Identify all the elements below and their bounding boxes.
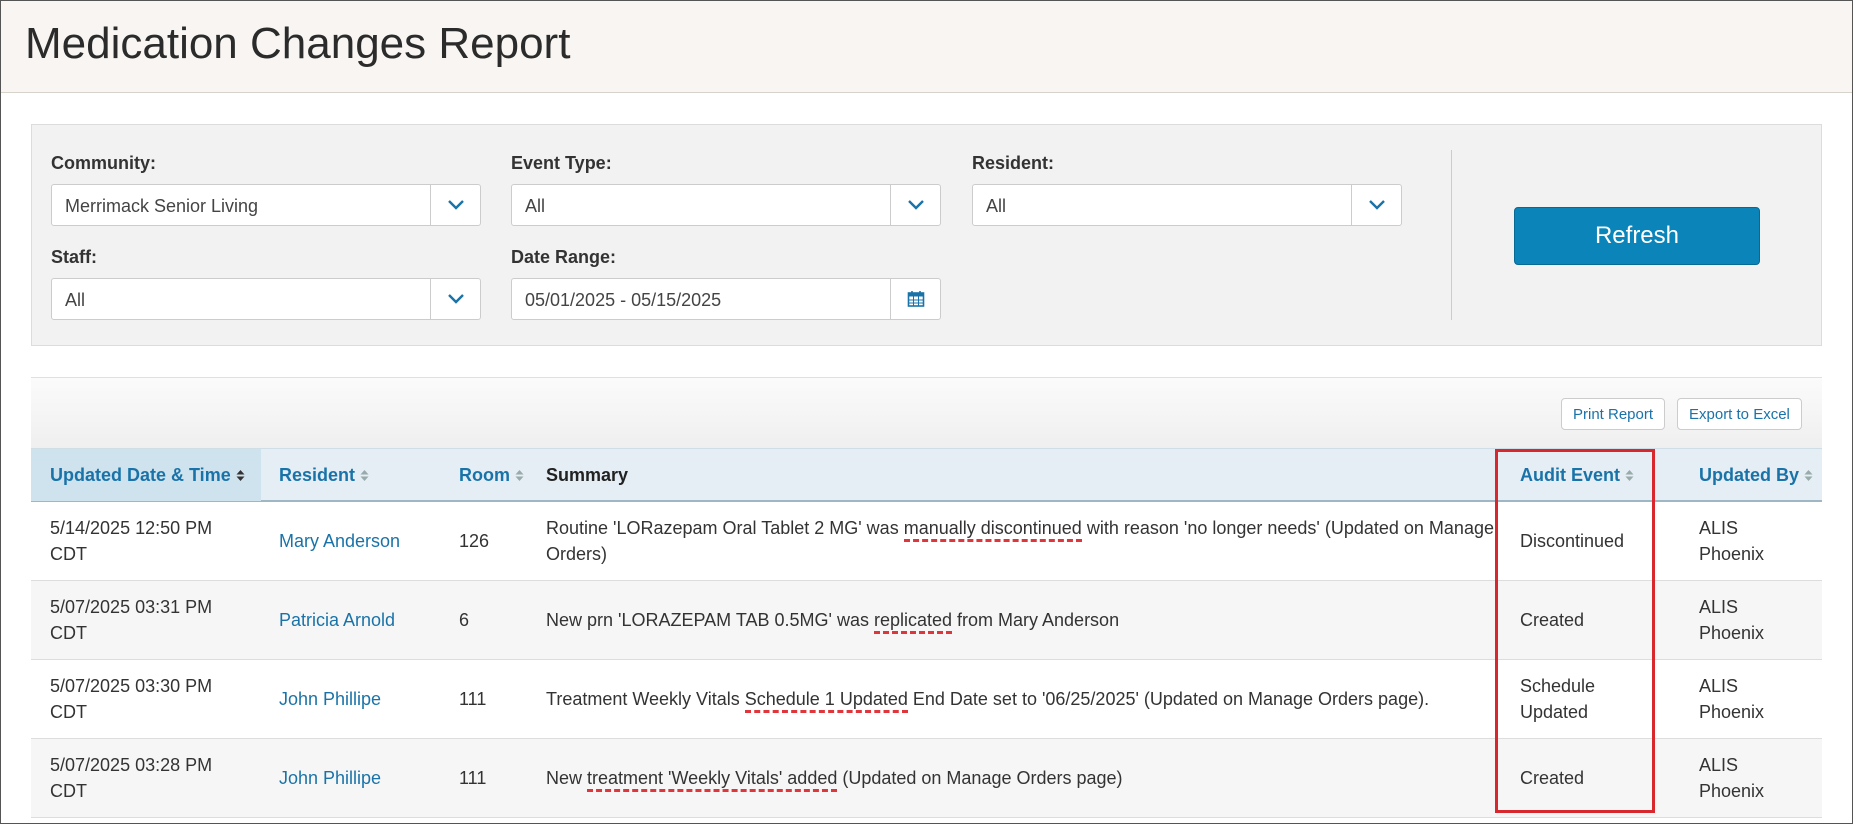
row-summary: New prn 'LORAZEPAM TAB 0.5MG' was replic… <box>546 607 1506 634</box>
row-timezone: CDT <box>50 781 87 801</box>
updated-by-line: ALIS <box>1699 518 1739 538</box>
sort-icon <box>1804 466 1813 487</box>
row-timezone: CDT <box>50 623 87 643</box>
row-datetime: 5/14/2025 12:50 PM CDT <box>50 515 212 567</box>
row-timezone: CDT <box>50 702 87 722</box>
date-range-label: Date Range: <box>511 247 617 267</box>
summary-text: End Date set to '06/25/2025' (Updated on… <box>907 689 1430 709</box>
summary-text: (Updated on Manage Orders page) <box>837 768 1123 788</box>
row-datetime: 5/07/2025 03:28 PM CDT <box>50 752 212 804</box>
col-updated-date-label: Updated Date & Time <box>50 465 231 485</box>
date-range-input[interactable]: 05/01/2025 - 05/15/2025 <box>511 278 941 320</box>
community-select[interactable]: Merrimack Senior Living <box>51 184 481 226</box>
row-date: 5/07/2025 03:28 PM <box>50 755 213 775</box>
updated-by-line: Phoenix <box>1699 623 1765 643</box>
staff-label: Staff: <box>51 247 97 267</box>
report-toolbar: Print Report Export to Excel <box>31 377 1822 448</box>
refresh-button[interactable]: Refresh <box>1514 207 1760 265</box>
col-resident-label: Resident <box>279 465 356 485</box>
summary-text: Treatment Weekly Vitals <box>546 689 745 709</box>
updated-by-line: ALIS <box>1699 755 1739 775</box>
col-resident[interactable]: Resident <box>279 465 369 487</box>
col-updated-date[interactable]: Updated Date & Time <box>50 465 245 487</box>
resident-select[interactable]: All <box>972 184 1402 226</box>
summary-highlight: manually discontinued <box>903 518 1082 542</box>
chevron-down-icon[interactable] <box>430 185 480 225</box>
page-title: Medication Changes Report <box>25 19 571 68</box>
summary-text: from Mary Anderson <box>952 610 1120 630</box>
summary-text: Routine 'LORazepam Oral Tablet 2 MG' was <box>546 518 904 538</box>
calendar-icon[interactable] <box>890 279 940 319</box>
event-type-label: Event Type: <box>511 153 612 173</box>
sort-icon <box>360 466 369 487</box>
col-updated-by-label: Updated By <box>1699 465 1800 485</box>
community-label: Community: <box>51 153 156 173</box>
col-room-label: Room <box>459 465 510 485</box>
row-summary: Treatment Weekly Vitals Schedule 1 Updat… <box>546 686 1506 713</box>
date-range-value: 05/01/2025 - 05/15/2025 <box>525 290 722 310</box>
row-room: 111 <box>459 768 487 788</box>
row-summary: New treatment 'Weekly Vitals' added (Upd… <box>546 765 1506 792</box>
audit-event-highlight-box <box>1495 449 1655 813</box>
summary-highlight: replicated <box>873 610 953 634</box>
row-room: 6 <box>459 610 470 630</box>
sort-icon <box>236 466 245 487</box>
updated-by-line: Phoenix <box>1699 702 1765 722</box>
summary-text: New prn 'LORAZEPAM TAB 0.5MG' was <box>546 610 874 630</box>
summary-highlight: Schedule 1 Updated <box>744 689 908 713</box>
row-timezone: CDT <box>50 544 87 564</box>
row-datetime: 5/07/2025 03:31 PM CDT <box>50 594 212 646</box>
resident-value: All <box>986 196 1007 216</box>
row-updated-by: ALIS Phoenix <box>1699 673 1764 725</box>
row-date: 5/07/2025 03:31 PM <box>50 597 213 617</box>
staff-value: All <box>65 290 86 310</box>
staff-select[interactable]: All <box>51 278 481 320</box>
export-excel-button[interactable]: Export to Excel <box>1677 398 1802 430</box>
row-room: 111 <box>459 689 487 709</box>
filter-panel: Community: Merrimack Senior Living Event… <box>31 124 1822 346</box>
community-value: Merrimack Senior Living <box>65 196 259 216</box>
row-datetime: 5/07/2025 03:30 PM CDT <box>50 673 212 725</box>
event-type-select[interactable]: All <box>511 184 941 226</box>
filter-divider <box>1451 150 1452 320</box>
resident-link[interactable]: Mary Anderson <box>279 528 400 554</box>
event-type-value: All <box>525 196 546 216</box>
updated-by-line: Phoenix <box>1699 544 1765 564</box>
chevron-down-icon[interactable] <box>430 279 480 319</box>
row-updated-by: ALIS Phoenix <box>1699 515 1764 567</box>
col-room[interactable]: Room <box>459 465 524 487</box>
resident-link[interactable]: Patricia Arnold <box>279 607 395 633</box>
col-summary: Summary <box>546 465 629 485</box>
summary-highlight: treatment 'Weekly Vitals' added <box>587 768 838 792</box>
updated-by-line: Phoenix <box>1699 781 1765 801</box>
resident-link[interactable]: John Phillipe <box>279 765 381 791</box>
sort-icon <box>515 466 524 487</box>
resident-link[interactable]: John Phillipe <box>279 686 381 712</box>
summary-text: New <box>546 768 588 788</box>
updated-by-line: ALIS <box>1699 676 1739 696</box>
resident-label: Resident: <box>972 153 1055 173</box>
summary-text: with reason 'no longer needs' (Updated o… <box>1081 518 1494 538</box>
print-report-button[interactable]: Print Report <box>1561 398 1666 430</box>
updated-by-line: ALIS <box>1699 597 1739 617</box>
chevron-down-icon[interactable] <box>890 185 940 225</box>
row-updated-by: ALIS Phoenix <box>1699 752 1764 804</box>
col-updated-by[interactable]: Updated By <box>1699 465 1813 487</box>
row-date: 5/14/2025 12:50 PM <box>50 518 213 538</box>
row-updated-by: ALIS Phoenix <box>1699 594 1764 646</box>
row-summary: Routine 'LORazepam Oral Tablet 2 MG' was… <box>546 515 1506 567</box>
page-header: Medication Changes Report <box>1 1 1852 93</box>
row-date: 5/07/2025 03:30 PM <box>50 676 213 696</box>
chevron-down-icon[interactable] <box>1351 185 1401 225</box>
row-room: 126 <box>459 531 490 551</box>
summary-text: Orders) <box>546 544 608 564</box>
